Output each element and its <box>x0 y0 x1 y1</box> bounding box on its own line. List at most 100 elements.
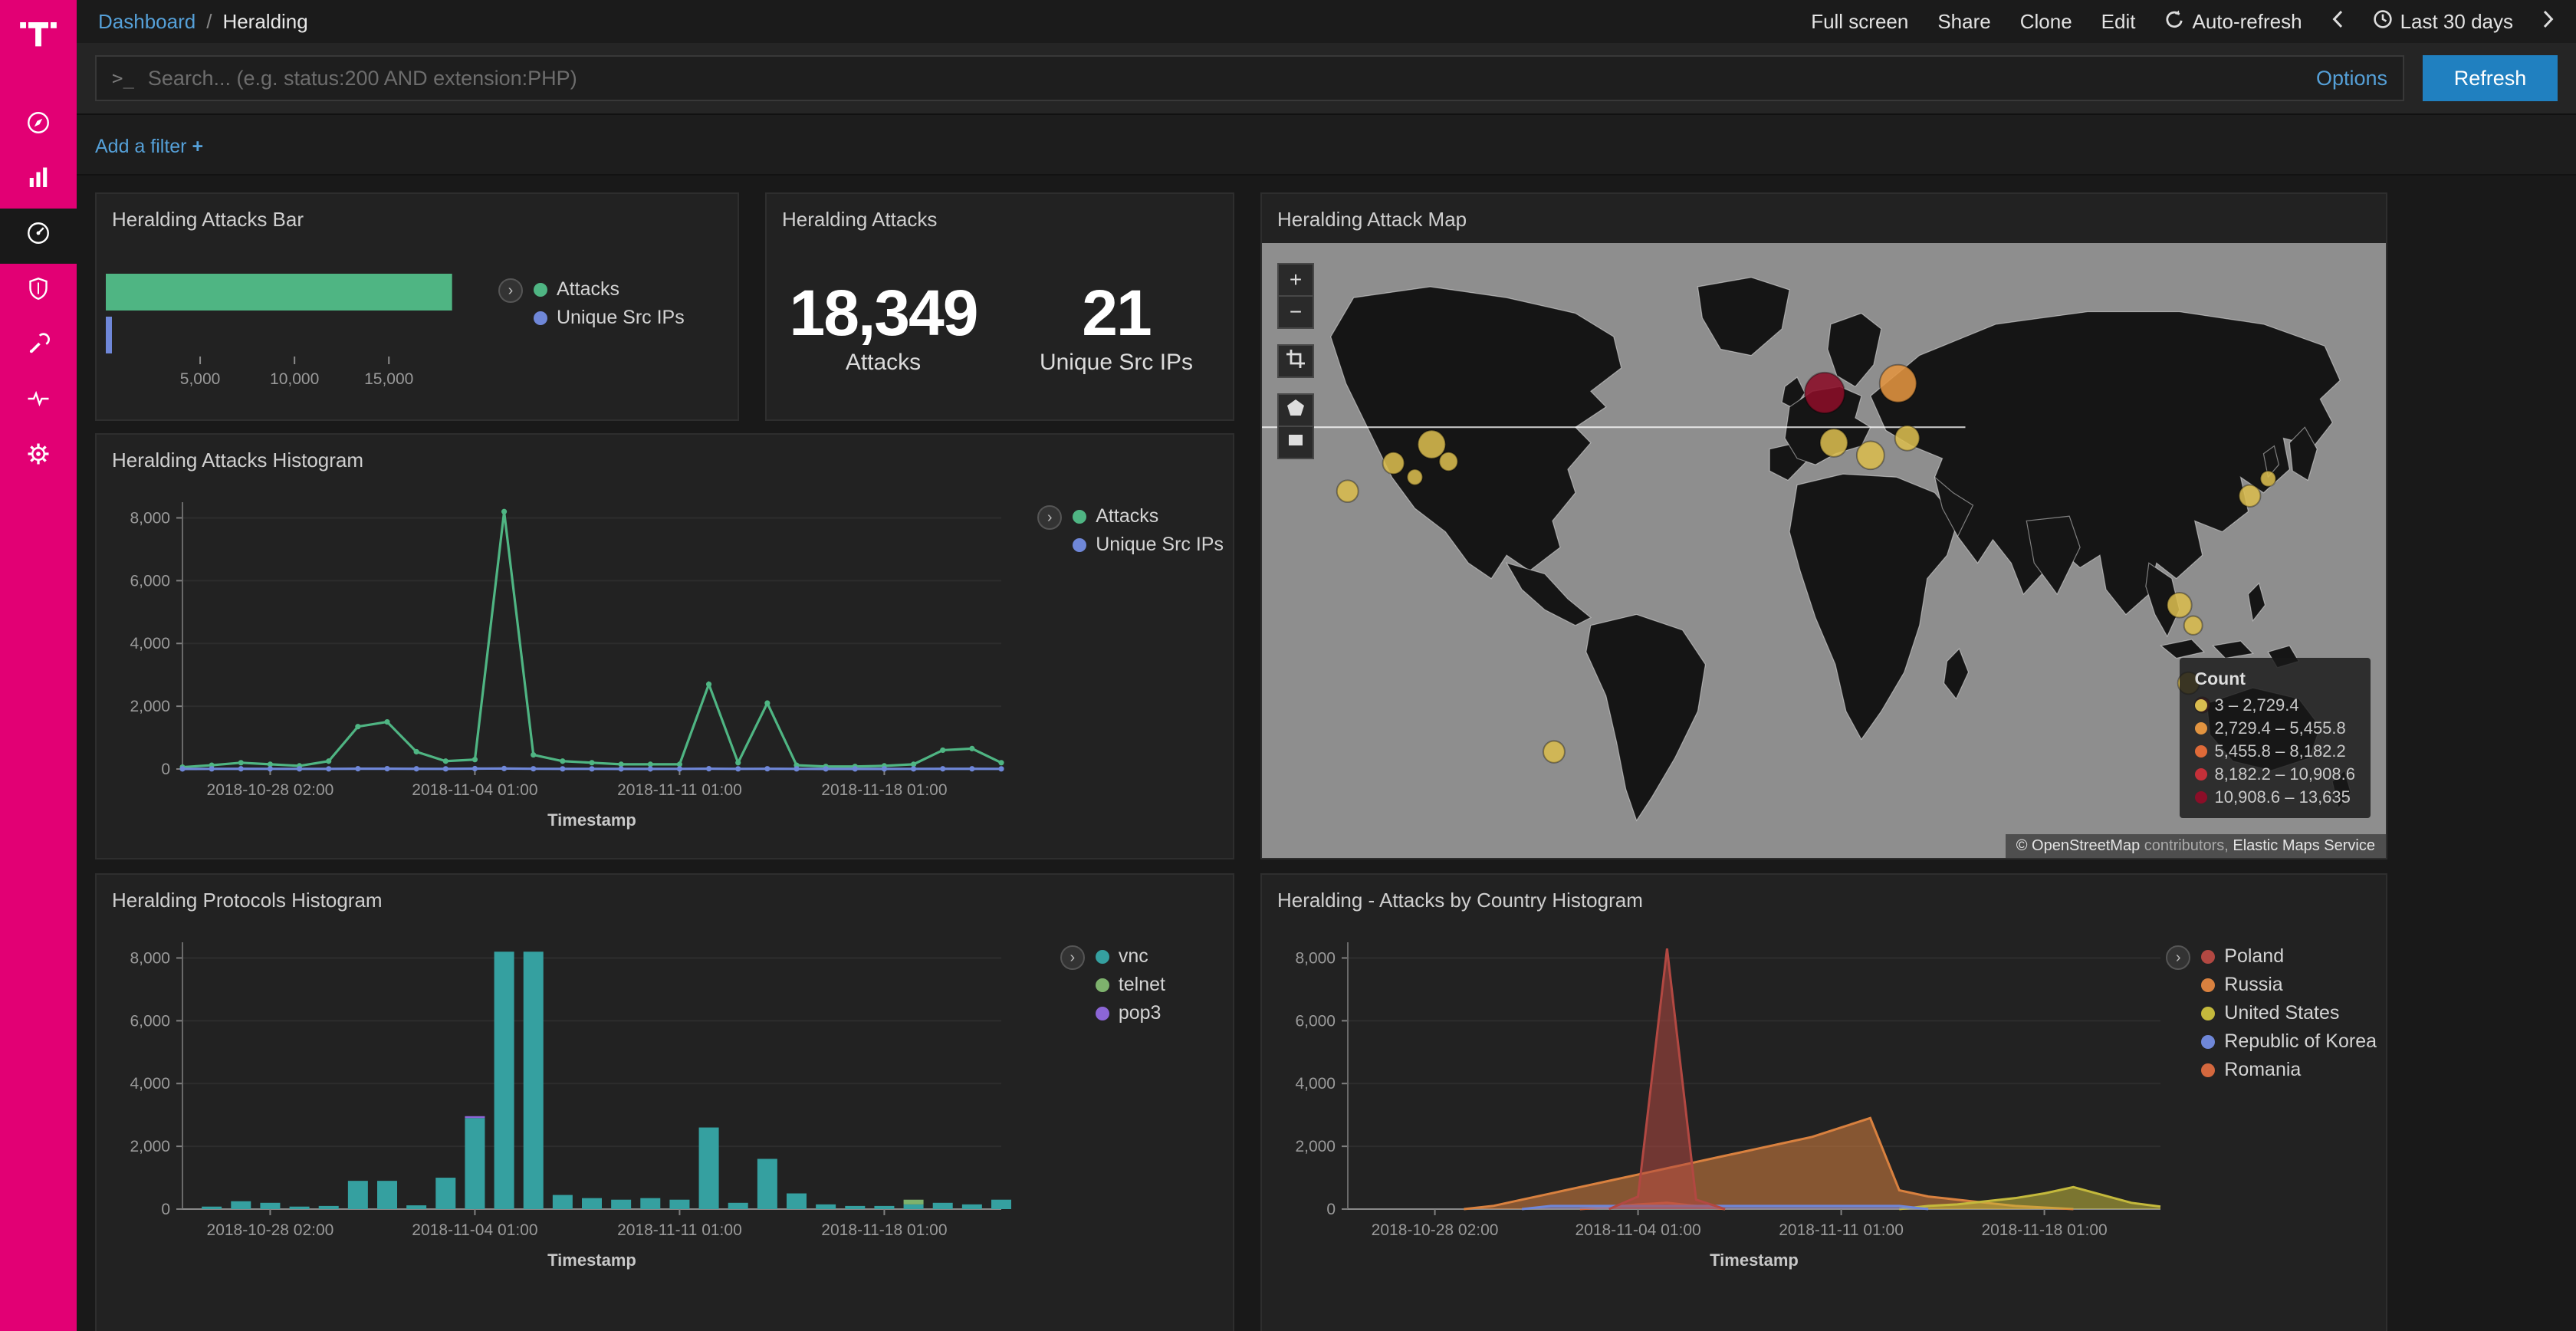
legend-item[interactable]: Attacks <box>1073 505 1224 527</box>
panel-title: Heralding Attacks Histogram <box>97 435 1233 486</box>
legend-item[interactable]: Romania <box>2201 1059 2377 1081</box>
map-marker <box>1805 373 1845 413</box>
legend-item[interactable]: Unique Src IPs <box>534 307 685 329</box>
refresh-cycle-icon <box>2164 9 2184 35</box>
legend-item[interactable]: vnc <box>1096 945 1165 968</box>
telekom-logo[interactable] <box>18 12 58 58</box>
bar-vnc <box>553 1195 573 1209</box>
search-placeholder: Search... (e.g. status:200 AND extension… <box>148 67 577 90</box>
legend-color-dot <box>1096 978 1109 992</box>
ems-link[interactable]: Elastic Maps Service <box>2233 837 2375 854</box>
attacks-bar-chart[interactable]: 5,00010,00015,000 <box>103 265 498 418</box>
legend-label: vnc <box>1119 945 1148 968</box>
zoom-in-button[interactable]: + <box>1277 263 1314 297</box>
metric-label: Unique Src IPs <box>1000 350 1233 376</box>
svg-text:2018-10-28 02:00: 2018-10-28 02:00 <box>1372 1221 1499 1239</box>
rectangle-icon <box>1286 430 1305 455</box>
legend-toggle[interactable]: › <box>2166 945 2190 970</box>
legend-color-dot <box>2201 1035 2215 1049</box>
series-Attacks <box>179 509 1004 770</box>
sidebar-item-security[interactable] <box>0 264 77 319</box>
bar-vnc <box>495 951 514 1209</box>
main-area: Dashboard / Heralding Full screen Share … <box>77 0 2576 1331</box>
metric-value: 21 <box>1000 279 1233 347</box>
legend-item[interactable]: Republic of Korea <box>2201 1030 2377 1053</box>
svg-text:2,000: 2,000 <box>1295 1138 1336 1155</box>
options-link[interactable]: Options <box>2316 67 2387 90</box>
time-forward-button[interactable] <box>2542 10 2555 34</box>
full-screen-button[interactable]: Full screen <box>1811 10 1908 34</box>
legend-toggle[interactable]: › <box>1037 505 1062 530</box>
sidebar-item-devtools[interactable] <box>0 319 77 374</box>
time-range-picker[interactable]: Last 30 days <box>2373 9 2513 35</box>
fit-bounds-button[interactable] <box>1277 344 1314 378</box>
legend-label: 2,729.4 – 5,455.8 <box>2215 718 2346 738</box>
legend-color-dot <box>2201 1007 2215 1020</box>
map-marker <box>1895 426 1920 451</box>
add-filter-button[interactable]: Add a filter + <box>95 136 203 157</box>
legend-item[interactable]: Poland <box>2201 945 2377 968</box>
filter-bar: Add a filter + <box>77 115 2576 176</box>
search-input[interactable]: >_ Search... (e.g. status:200 AND extens… <box>95 55 2404 101</box>
prompt-icon: >_ <box>112 67 134 89</box>
polygon-select-button[interactable] <box>1277 393 1314 427</box>
legend-color-dot <box>1073 538 1086 552</box>
rectangle-select-button[interactable] <box>1277 426 1314 459</box>
share-button[interactable]: Share <box>1937 10 1990 34</box>
country-area-chart[interactable]: 02,0004,0006,0008,0002018-10-28 02:00201… <box>1274 927 2176 1292</box>
world-map[interactable]: + − <box>1262 243 2386 858</box>
legend-toggle[interactable]: › <box>1060 945 1085 970</box>
sidebar-item-dashboard[interactable] <box>0 209 77 264</box>
map-legend-item: 2,729.4 – 5,455.8 <box>2195 718 2356 738</box>
bar-Attacks <box>106 274 452 311</box>
zoom-out-button[interactable]: − <box>1277 295 1314 329</box>
legend: › Attacks Unique Src IPs <box>1037 505 1224 556</box>
osm-link[interactable]: © OpenStreetMap <box>2016 837 2140 854</box>
legend-item[interactable]: Unique Src IPs <box>1073 534 1224 556</box>
svg-text:2018-11-18 01:00: 2018-11-18 01:00 <box>821 1221 947 1239</box>
legend-item[interactable]: Attacks <box>534 278 685 301</box>
svg-text:2018-11-18 01:00: 2018-11-18 01:00 <box>821 781 947 799</box>
map-marker <box>1337 480 1359 501</box>
legend-color-dot <box>2201 1063 2215 1077</box>
crop-icon <box>1286 349 1305 373</box>
legend-item[interactable]: telnet <box>1096 974 1165 996</box>
legend-color-dot <box>2195 791 2207 804</box>
svg-text:8,000: 8,000 <box>130 949 170 967</box>
legend-toggle[interactable]: › <box>498 278 523 303</box>
bar-vnc <box>202 1207 222 1209</box>
legend-label: Unique Src IPs <box>1096 534 1224 556</box>
svg-text:2018-11-04 01:00: 2018-11-04 01:00 <box>1575 1221 1700 1239</box>
map-marker <box>1880 365 1917 403</box>
sidebar-item-monitoring[interactable] <box>0 374 77 429</box>
svg-text:2018-11-11 01:00: 2018-11-11 01:00 <box>617 1221 742 1239</box>
panel-protocols-histogram: Heralding Protocols Histogram 02,0004,00… <box>95 873 1234 1331</box>
svg-text:2,000: 2,000 <box>130 698 170 715</box>
attacks-line-chart[interactable]: 02,0004,0006,0008,0002018-10-28 02:00201… <box>109 487 1017 852</box>
protocols-bar-chart[interactable]: 02,0004,0006,0008,0002018-10-28 02:00201… <box>109 927 1017 1292</box>
legend-item[interactable]: pop3 <box>1096 1002 1165 1024</box>
panel-attacks-metric: Heralding Attacks 18,349 Attacks 21 Uniq… <box>765 192 1234 421</box>
bar-vnc <box>991 1200 1011 1209</box>
bar-vnc <box>699 1128 719 1209</box>
legend-label: telnet <box>1119 974 1165 996</box>
svg-text:Timestamp: Timestamp <box>547 1250 636 1270</box>
legend-item[interactable]: United States <box>2201 1002 2377 1024</box>
bar-vnc <box>582 1198 602 1209</box>
auto-refresh-button[interactable]: Auto-refresh <box>2164 9 2302 35</box>
sidebar-item-visualize[interactable] <box>0 153 77 209</box>
legend-item[interactable]: Russia <box>2201 974 2377 996</box>
panel-attacks-histogram: Heralding Attacks Histogram 02,0004,0006… <box>95 433 1234 859</box>
refresh-button[interactable]: Refresh <box>2423 55 2558 101</box>
metric-unique-src-ips: 21 Unique Src IPs <box>1000 279 1233 376</box>
sidebar-item-discover[interactable] <box>0 98 77 153</box>
edit-button[interactable]: Edit <box>2101 10 2136 34</box>
metric-value: 18,349 <box>767 279 1000 347</box>
time-back-button[interactable] <box>2331 10 2344 34</box>
clone-button[interactable]: Clone <box>2020 10 2072 34</box>
sidebar-item-management[interactable] <box>0 429 77 485</box>
map-legend: Count 3 – 2,729.42,729.4 – 5,455.85,455.… <box>2180 658 2371 818</box>
breadcrumb-dashboard-link[interactable]: Dashboard <box>98 10 196 34</box>
legend: › Poland Russia United States Republic of Ko… <box>2166 945 2377 1081</box>
map-marker <box>1439 452 1457 471</box>
